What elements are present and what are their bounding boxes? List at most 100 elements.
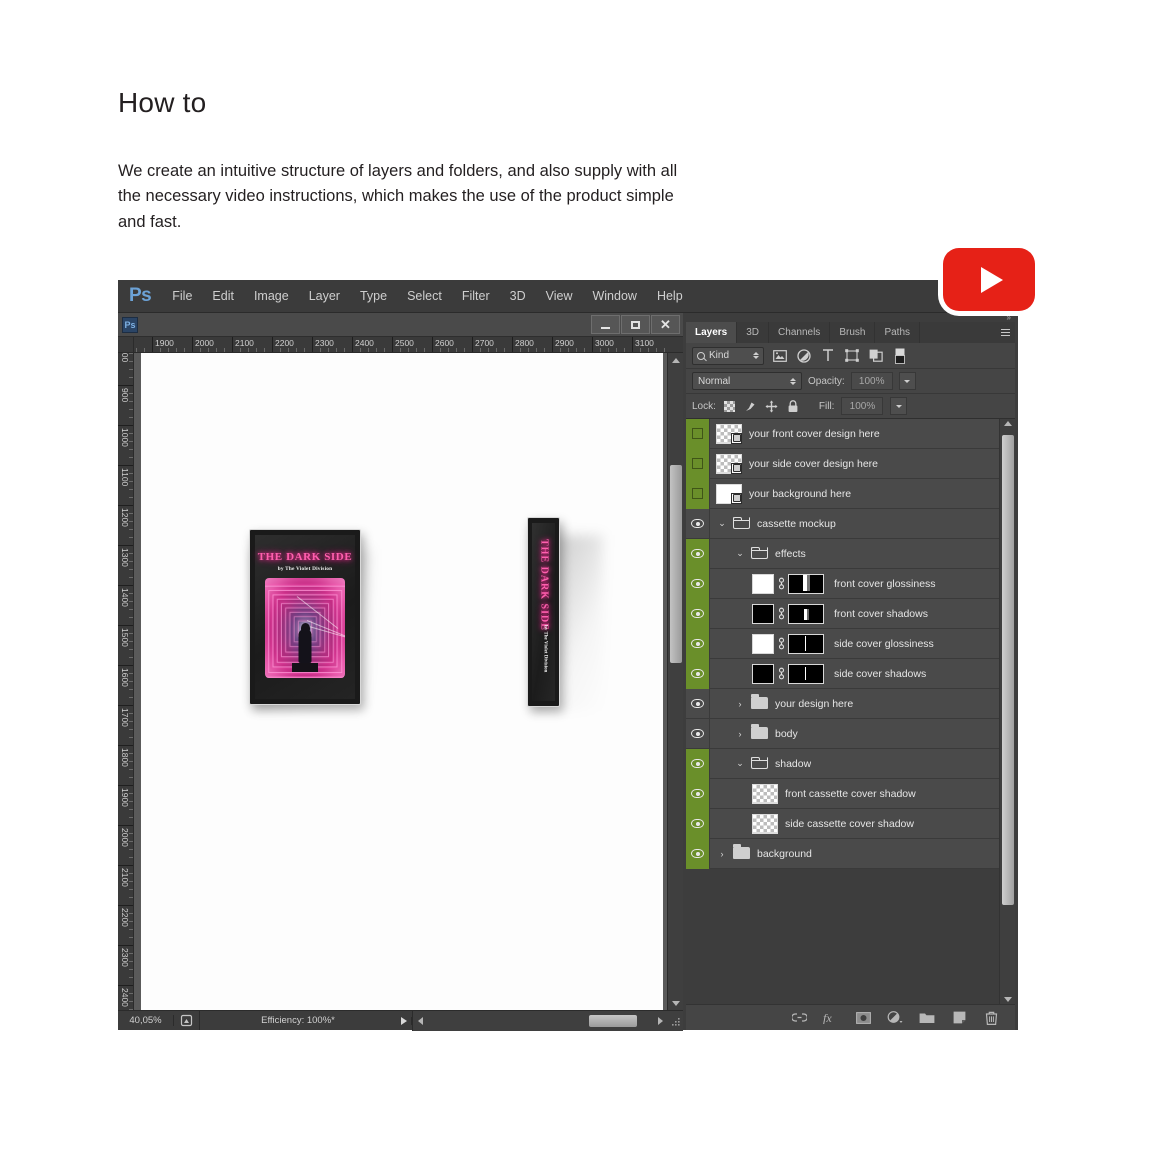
shape-layer-filter-icon[interactable] (843, 347, 860, 364)
layer-row-body[interactable]: › body (710, 719, 999, 749)
layer-style-fx-icon[interactable]: fx (823, 1010, 839, 1026)
layer-list[interactable]: your front cover design here your side co… (686, 418, 999, 1004)
panel-tab-channels[interactable]: Channels (769, 322, 831, 343)
layer-visibility-toggle[interactable] (686, 718, 710, 749)
chevron-down-icon[interactable]: ⌄ (716, 518, 728, 529)
layer-row[interactable]: side cover shadows (686, 658, 999, 689)
menu-item-filter[interactable]: Filter (462, 289, 490, 303)
mask-link-icon[interactable] (774, 577, 788, 590)
blend-mode-select[interactable]: Normal (692, 372, 802, 390)
layer-visibility-toggle[interactable] (686, 418, 710, 449)
layer-row-body[interactable]: side cassette cover shadow (710, 809, 999, 839)
layer-visibility-toggle[interactable] (686, 688, 710, 719)
layer-thumbnail[interactable] (716, 423, 742, 444)
layer-thumbnail[interactable] (752, 603, 774, 624)
panel-tab-layers[interactable]: Layers (686, 322, 738, 343)
scroll-up-icon[interactable] (668, 353, 683, 367)
document-thumbnail-icon[interactable] (174, 1011, 200, 1030)
menu-item-help[interactable]: Help (657, 289, 683, 303)
menu-item-type[interactable]: Type (360, 289, 387, 303)
scroll-left-icon[interactable] (413, 1011, 427, 1031)
layer-visibility-toggle[interactable] (686, 478, 710, 509)
fill-value[interactable]: 100% (841, 397, 884, 415)
horizontal-ruler[interactable]: 1800190020002100220023002400250026002700… (134, 337, 683, 353)
layer-visibility-toggle[interactable] (686, 838, 710, 869)
type-layer-filter-icon[interactable] (819, 347, 836, 364)
layer-thumbnail[interactable] (752, 633, 774, 654)
delete-layer-icon[interactable] (983, 1010, 999, 1026)
layer-row[interactable]: ⌄ effects (686, 538, 999, 569)
opacity-dropdown-icon[interactable] (898, 372, 916, 390)
layer-mask-thumbnail[interactable] (788, 573, 824, 594)
layer-thumbnail[interactable] (752, 663, 774, 684)
layer-row[interactable]: › your design here (686, 688, 999, 719)
layer-row[interactable]: your background here (686, 478, 999, 509)
panel-menu-icon[interactable] (1001, 327, 1010, 338)
chevron-right-icon[interactable]: › (716, 849, 728, 859)
fill-dropdown-icon[interactable] (890, 397, 908, 415)
layer-row-body[interactable]: side cover glossiness (710, 629, 999, 659)
menu-item-view[interactable]: View (546, 289, 573, 303)
new-group-icon[interactable] (919, 1010, 935, 1026)
chevron-down-icon[interactable]: ⌄ (734, 548, 746, 559)
layer-row-body[interactable]: ⌄ cassette mockup (710, 509, 999, 539)
layer-visibility-toggle[interactable] (686, 598, 710, 629)
layer-row[interactable]: front cover glossiness (686, 568, 999, 599)
layer-row-body[interactable]: your front cover design here (710, 419, 999, 449)
layer-visibility-toggle[interactable] (686, 508, 710, 539)
lock-image-icon[interactable] (744, 399, 758, 413)
layer-row[interactable]: › background (686, 838, 999, 869)
menu-item-edit[interactable]: Edit (212, 289, 234, 303)
layer-row[interactable]: your front cover design here (686, 418, 999, 449)
filter-kind-select[interactable]: Kind (692, 346, 764, 365)
layer-thumbnail[interactable] (752, 573, 774, 594)
layer-row[interactable]: front cassette cover shadow (686, 778, 999, 809)
canvas-sheet[interactable]: THE DARK SIDE by The Violet Division THE… (141, 353, 663, 1010)
panel-tab-paths[interactable]: Paths (875, 322, 921, 343)
lock-all-icon[interactable] (786, 399, 800, 413)
layer-row[interactable]: side cassette cover shadow (686, 808, 999, 839)
add-mask-icon[interactable] (855, 1010, 871, 1026)
scroll-down-icon[interactable] (668, 996, 683, 1010)
layer-row-body[interactable]: front cover shadows (710, 599, 999, 629)
filter-toggle-icon[interactable] (891, 347, 908, 364)
new-layer-icon[interactable] (951, 1010, 967, 1026)
maximize-button[interactable] (621, 315, 650, 334)
layer-row-body[interactable]: your side cover design here (710, 449, 999, 479)
menu-item-window[interactable]: Window (592, 289, 636, 303)
layer-row[interactable]: front cover shadows (686, 598, 999, 629)
layer-visibility-toggle[interactable] (686, 568, 710, 599)
layer-row-body[interactable]: front cassette cover shadow (710, 779, 999, 809)
layer-row-body[interactable]: › background (710, 839, 999, 869)
layer-row[interactable]: side cover glossiness (686, 628, 999, 659)
scroll-down-icon[interactable] (1004, 997, 1012, 1002)
layer-mask-thumbnail[interactable] (788, 633, 824, 654)
chevron-right-icon[interactable]: › (734, 729, 746, 739)
layer-mask-thumbnail[interactable] (788, 663, 824, 684)
youtube-play-icon[interactable] (943, 248, 1035, 311)
layer-visibility-toggle[interactable] (686, 748, 710, 779)
adjustment-layer-icon[interactable] (887, 1010, 903, 1026)
close-button[interactable]: ✕ (651, 315, 680, 334)
layer-visibility-toggle[interactable] (686, 448, 710, 479)
lock-transparency-icon[interactable] (723, 399, 737, 413)
layer-row-body[interactable]: side cover shadows (710, 659, 999, 689)
menu-item-file[interactable]: File (172, 289, 192, 303)
layers-scroll-thumb[interactable] (1002, 435, 1014, 905)
layer-row-body[interactable]: ⌄ shadow (710, 749, 999, 779)
pixel-layer-filter-icon[interactable] (771, 347, 788, 364)
panel-tab-brush[interactable]: Brush (830, 322, 876, 343)
adjustment-layer-filter-icon[interactable] (795, 347, 812, 364)
layer-visibility-toggle[interactable] (686, 808, 710, 839)
link-layers-icon[interactable] (791, 1010, 807, 1026)
status-expand-icon[interactable] (396, 1016, 412, 1025)
mask-link-icon[interactable] (774, 607, 788, 620)
minimize-button[interactable] (591, 315, 620, 334)
chevron-down-icon[interactable]: ⌄ (734, 758, 746, 769)
mask-link-icon[interactable] (774, 667, 788, 680)
scroll-right-icon[interactable] (653, 1011, 667, 1031)
panel-tab-3d[interactable]: 3D (737, 322, 770, 343)
canvas-area[interactable]: THE DARK SIDE by The Violet Division THE… (134, 353, 683, 1010)
menu-item-image[interactable]: Image (254, 289, 289, 303)
layer-thumbnail[interactable] (752, 783, 778, 804)
